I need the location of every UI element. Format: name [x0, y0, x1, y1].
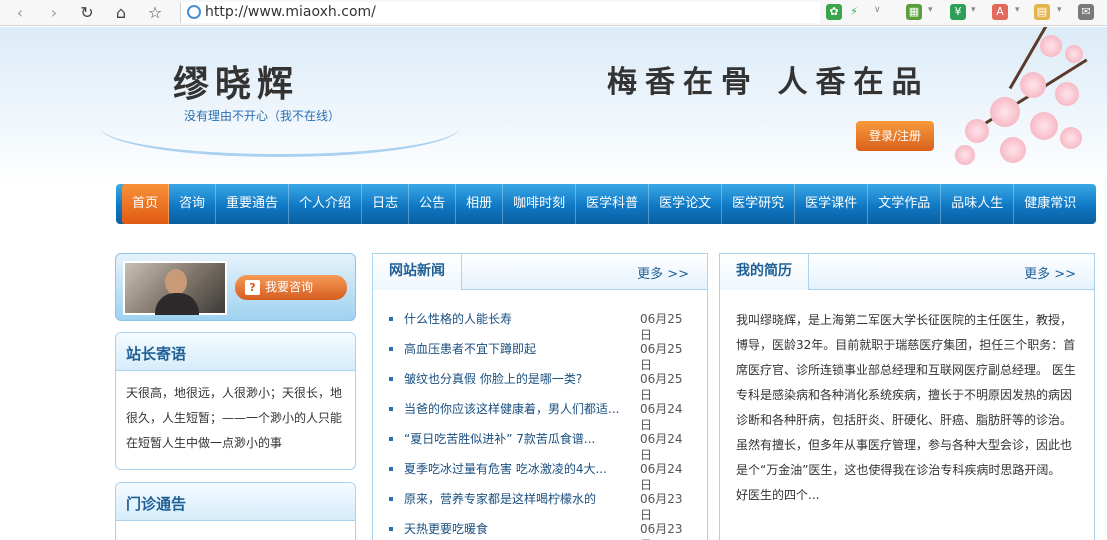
bio-title: 我的简历 — [720, 254, 809, 290]
yen-icon[interactable]: ¥ — [950, 4, 966, 20]
news-item-date: 06月25日 — [640, 312, 683, 342]
bio-more-link[interactable]: 更多 >> — [1024, 263, 1076, 282]
site-subtitle: 没有理由不开心（我不在线） — [184, 109, 341, 123]
message-text: 天很高，地很远，人很渺小；天很长，地很久，人生短暂；——一个渺小的人只能在短暂人… — [126, 386, 343, 450]
site-name: 缪晓辉 — [173, 63, 300, 105]
news-item[interactable]: 夏季吃冰过量有危害 吃冰激凌的4大... 06月24日 — [389, 461, 694, 492]
nav-item-home[interactable]: 首页 — [122, 184, 170, 224]
nav-item-papers[interactable]: 医学论文 — [649, 184, 723, 224]
mail-icon[interactable]: ✉ — [1078, 4, 1094, 20]
lightning-icon[interactable]: ⚡ — [846, 4, 862, 20]
main-nav: 首页 咨询 重要通告 个人介绍 日志 公告 相册 咖啡时刻 医学科普 医学论文 … — [116, 184, 1096, 224]
address-bar[interactable]: http://www.miaoxh.com/ — [180, 2, 820, 23]
nav-item-courseware[interactable]: 医学课件 — [795, 184, 869, 224]
nav-item-health[interactable]: 健康常识 — [1014, 184, 1086, 224]
news-more-link[interactable]: 更多 >> — [637, 263, 689, 282]
nav-item-announcements[interactable]: 重要通告 — [216, 184, 290, 224]
nav-item-consult[interactable]: 咨询 — [169, 184, 217, 224]
back-icon[interactable]: ‹ — [10, 3, 30, 23]
nav-item-notice[interactable]: 公告 — [409, 184, 457, 224]
news-item-date: 06月24日 — [640, 432, 683, 462]
news-item-title[interactable]: 原来，营养专家都是这样喝柠檬水的 — [404, 491, 619, 507]
news-item-date: 06月23日 — [640, 492, 683, 522]
nav-item-life[interactable]: 品味人生 — [941, 184, 1015, 224]
consult-button[interactable]: ? 我要咨询 — [235, 275, 347, 300]
chevron-down-icon[interactable]: ▾ — [928, 5, 933, 15]
calendar-icon[interactable]: ▤ — [1034, 4, 1050, 20]
site-slogan: 梅香在骨 人香在品 — [607, 65, 930, 100]
panel-title: 站长寄语 — [126, 345, 187, 363]
chevron-down-icon[interactable]: ▾ — [1015, 5, 1020, 15]
news-item[interactable]: 天热更要吃暖食 06月23日 — [389, 521, 694, 540]
news-item[interactable]: 高血压患者不宜下蹲即起 06月25日 — [389, 341, 694, 372]
question-icon: ? — [245, 280, 260, 295]
news-list: 什么性格的人能长寿 06月25日 高血压患者不宜下蹲即起 06月25日 皱纹也分真假… — [389, 311, 694, 540]
translate-icon[interactable]: A — [992, 4, 1008, 20]
reload-icon[interactable]: ↻ — [77, 3, 97, 23]
news-item[interactable]: 当爸的你应该这样健康着，男人们都适... 06月24日 — [389, 401, 694, 432]
news-item-date: 06月23日 — [640, 522, 683, 540]
consult-button-label: 我要咨询 — [265, 280, 314, 294]
chevron-down-icon[interactable]: ▾ — [971, 5, 976, 15]
news-item-title[interactable]: 夏季吃冰过量有危害 吃冰激凌的4大... — [404, 461, 619, 477]
news-item-date: 06月25日 — [640, 372, 683, 402]
globe-icon — [187, 5, 201, 19]
news-item[interactable]: 什么性格的人能长寿 06月25日 — [389, 311, 694, 342]
news-item[interactable]: 原来，营养专家都是这样喝柠檬水的 06月23日 — [389, 491, 694, 522]
news-item-title[interactable]: “夏日吃苦胜似进补” 7款苦瓜食谱... — [404, 431, 619, 447]
nav-item-coffee-time[interactable]: 咖啡时刻 — [503, 184, 577, 224]
news-item-date: 06月24日 — [640, 462, 683, 492]
avatar — [123, 261, 227, 315]
home-icon[interactable]: ⌂ — [111, 3, 131, 23]
panel-title: 门诊通告 — [126, 495, 187, 513]
browser-toolbar: ‹ › ↻ ⌂ ☆ http://www.miaoxh.com/ ✿ ⚡ ∨ ▦… — [0, 0, 1107, 26]
nav-item-literature[interactable]: 文学作品 — [868, 184, 942, 224]
news-item-title[interactable]: 当爸的你应该这样健康着，男人们都适... — [404, 401, 619, 417]
refresh-ext-icon[interactable]: ✿ — [826, 4, 842, 20]
chevron-down-icon[interactable]: ▾ — [1057, 5, 1062, 15]
site-header: 缪晓辉 没有理由不开心（我不在线） 梅香在骨 人香在品 登录/注册 — [0, 27, 1107, 187]
clinic-notice-panel: 门诊通告 — [115, 482, 356, 540]
news-title: 网站新闻 — [373, 254, 462, 290]
news-item-title[interactable]: 什么性格的人能长寿 — [404, 311, 619, 327]
login-register-button[interactable]: 登录/注册 — [856, 121, 934, 151]
nav-item-research[interactable]: 医学研究 — [722, 184, 796, 224]
star-icon[interactable]: ☆ — [145, 3, 165, 23]
url-text[interactable]: http://www.miaoxh.com/ — [205, 3, 376, 21]
message-panel: 站长寄语 天很高，地很远，人很渺小；天很长，地很久，人生短暂；——一个渺小的人只… — [115, 332, 356, 470]
nav-item-blog[interactable]: 日志 — [362, 184, 410, 224]
news-panel: 网站新闻 更多 >> 什么性格的人能长寿 06月25日 高血压患者不宜下蹲即起 06… — [372, 253, 708, 540]
profile-card: ? 我要咨询 — [115, 253, 356, 321]
chevron-down-icon[interactable]: ∨ — [874, 5, 881, 15]
forward-icon[interactable]: › — [44, 3, 64, 23]
news-item-date: 06月25日 — [640, 342, 683, 372]
apps-icon[interactable]: ▦ — [906, 4, 922, 20]
nav-item-science[interactable]: 医学科普 — [576, 184, 650, 224]
bio-panel: 我的简历 更多 >> 我叫缪晓辉，是上海第二军医大学长征医院的主任医生，教授，博… — [719, 253, 1095, 540]
bio-text: 我叫缪晓辉，是上海第二军医大学长征医院的主任医生，教授，博导，医龄32年。目前就… — [736, 313, 1076, 502]
news-item-title[interactable]: 天热更要吃暖食 — [404, 521, 619, 537]
news-item[interactable]: “夏日吃苦胜似进补” 7款苦瓜食谱... 06月24日 — [389, 431, 694, 462]
nav-item-album[interactable]: 相册 — [456, 184, 504, 224]
news-item-title[interactable]: 高血压患者不宜下蹲即起 — [404, 341, 619, 357]
news-item-date: 06月24日 — [640, 402, 683, 432]
news-item[interactable]: 皱纹也分真假 你脸上的是哪一类? 06月25日 — [389, 371, 694, 402]
news-item-title[interactable]: 皱纹也分真假 你脸上的是哪一类? — [404, 371, 619, 387]
nav-item-about[interactable]: 个人介绍 — [289, 184, 363, 224]
